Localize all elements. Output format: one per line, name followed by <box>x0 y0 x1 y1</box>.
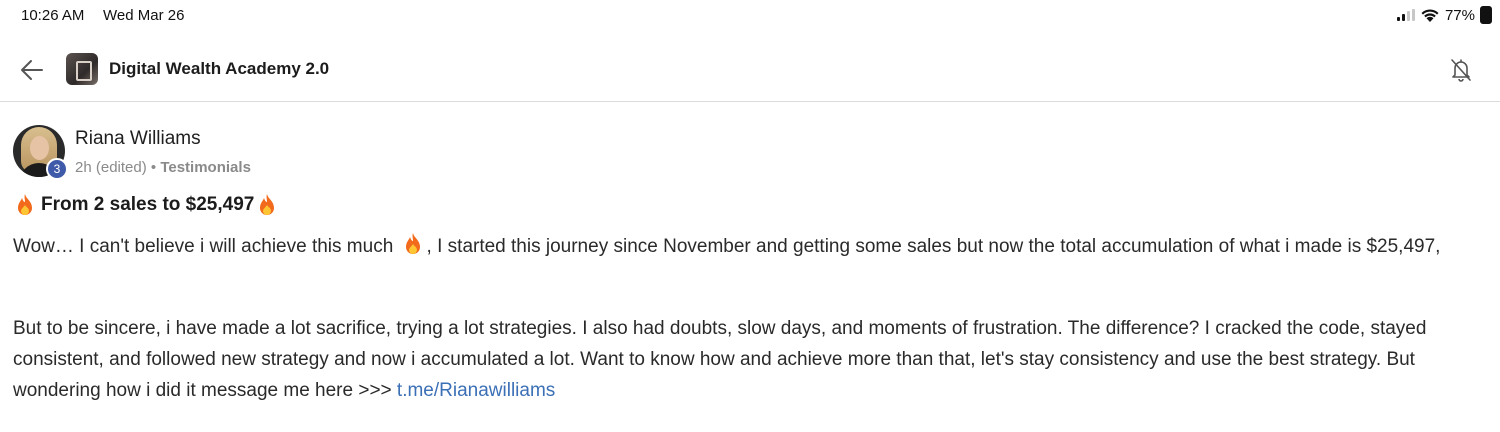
bell-off-icon <box>1451 59 1471 82</box>
post-category[interactable]: Testimonials <box>160 159 251 176</box>
group-logo[interactable] <box>66 53 98 85</box>
group-title[interactable]: Digital Wealth Academy 2.0 <box>109 59 329 79</box>
back-button[interactable] <box>18 57 46 83</box>
fire-icon <box>405 232 420 254</box>
author-avatar[interactable]: 3 <box>13 125 68 180</box>
post-paragraph: But to be sincere, i have made a lot sac… <box>13 313 1498 406</box>
group-header: Digital Wealth Academy 2.0 <box>0 38 1500 102</box>
status-time: 10:26 AM <box>21 7 85 24</box>
notification-toggle-button[interactable] <box>1446 55 1476 85</box>
author-name[interactable]: Riana Williams <box>75 128 201 150</box>
post-text: Wow… I can't believe i will achieve this… <box>13 236 394 257</box>
post-time: 2h (edited) <box>75 159 147 176</box>
level-badge: 3 <box>46 158 68 180</box>
battery-percent: 77% <box>1444 6 1475 24</box>
post-text: But to be sincere, i have made a lot sac… <box>13 318 1427 401</box>
wifi-icon <box>1421 8 1439 22</box>
post-title-text: From 2 sales to $25,497 <box>41 194 255 215</box>
back-arrow-icon <box>21 60 43 80</box>
status-bar: 10:26 AM Wed Mar 26 77% <box>0 0 1500 32</box>
battery-icon <box>1480 6 1492 24</box>
status-date: Wed Mar 26 <box>103 7 185 24</box>
fire-icon <box>18 194 32 215</box>
post-meta: 2h (edited) • Testimonials <box>75 159 251 176</box>
status-indicators: 77% <box>1396 6 1492 24</box>
post-text: , I started this journey since November … <box>426 236 1441 257</box>
signal-icon <box>1396 9 1415 21</box>
post-paragraph: Wow… I can't believe i will achieve this… <box>13 231 1498 262</box>
fire-icon <box>260 194 275 215</box>
telegram-link[interactable]: t.me/Rianawilliams <box>397 380 555 401</box>
meta-separator: • <box>150 159 157 176</box>
post-title: From 2 sales to $25,497 <box>15 193 277 217</box>
